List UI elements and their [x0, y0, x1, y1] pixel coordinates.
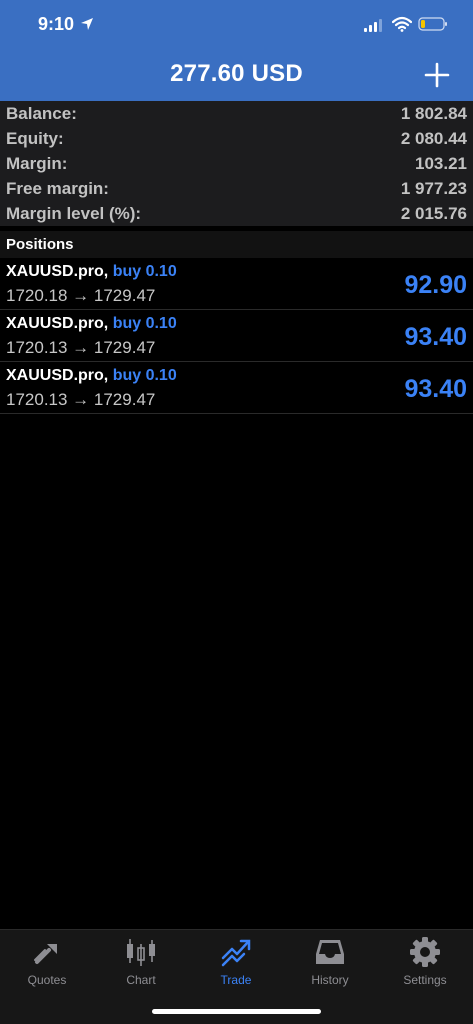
tab-label: Settings [403, 973, 447, 987]
tab-settings[interactable]: Settings [378, 936, 472, 992]
app-header: 9:10 277.60 USD [0, 0, 473, 101]
candlestick-chart-icon [127, 939, 155, 966]
position-symbol-name: XAUUSD.pro, [6, 263, 109, 280]
position-profit: 93.40 [404, 375, 467, 403]
summary-value: 2 015.76 [400, 203, 467, 223]
position-symbol: XAUUSD.pro, buy 0.10 [6, 263, 177, 281]
position-symbol: XAUUSD.pro, buy 0.10 [6, 315, 177, 333]
position-symbol: XAUUSD.pro, buy 0.10 [6, 367, 177, 385]
position-prices: 1720.18 → 1729.47 [6, 286, 156, 305]
summary-label: Balance: [6, 103, 77, 123]
tab-label: Trade [220, 973, 252, 987]
position-side: buy 0.10 [112, 315, 177, 332]
summary-label: Free margin: [6, 178, 109, 198]
summary-row-margin: Margin: 103.21 [0, 151, 473, 176]
gear-icon [410, 937, 440, 967]
trade-trend-icon [221, 939, 251, 967]
wifi-icon [392, 16, 412, 32]
position-prices: 1720.13 → 1729.47 [6, 390, 156, 409]
position-profit: 92.90 [404, 271, 467, 299]
summary-row-balance: Balance: 1 802.84 [0, 101, 473, 126]
inbox-tray-icon [316, 940, 344, 964]
position-prices: 1720.13 → 1729.47 [6, 338, 156, 357]
position-side: buy 0.10 [112, 263, 177, 280]
tab-chart[interactable]: Chart [94, 936, 188, 992]
position-row[interactable]: XAUUSD.pro, buy 0.10 1720.13 → 1729.47 9… [0, 310, 473, 362]
summary-label: Equity: [6, 128, 64, 148]
tab-quotes[interactable]: Quotes [0, 936, 94, 992]
plus-icon[interactable] [424, 62, 450, 88]
position-profit: 93.40 [404, 323, 467, 351]
summary-value: 2 080.44 [400, 128, 467, 148]
location-arrow-icon [81, 18, 93, 30]
summary-value: 1 977.23 [400, 178, 467, 198]
summary-label: Margin level (%): [6, 203, 142, 223]
summary-row-margin-level: Margin level (%): 2 015.76 [0, 201, 473, 226]
summary-value: 1 802.84 [400, 103, 467, 123]
position-symbol-name: XAUUSD.pro, [6, 367, 109, 384]
summary-row-equity: Equity: 2 080.44 [0, 126, 473, 151]
status-time: 9:10 [38, 14, 75, 34]
battery-icon [418, 17, 447, 31]
tab-label: History [311, 973, 349, 987]
tab-label: Chart [126, 973, 156, 987]
home-indicator[interactable] [152, 1009, 321, 1014]
positions-section-header: Positions [0, 231, 473, 258]
position-symbol-name: XAUUSD.pro, [6, 315, 109, 332]
positions-list: XAUUSD.pro, buy 0.10 1720.18 → 1729.47 9… [0, 258, 473, 414]
summary-row-free-margin: Free margin: 1 977.23 [0, 176, 473, 201]
cellular-signal-icon [364, 19, 382, 32]
summary-value: 103.21 [415, 153, 467, 173]
position-row[interactable]: XAUUSD.pro, buy 0.10 1720.13 → 1729.47 9… [0, 362, 473, 414]
tab-label: Quotes [27, 973, 67, 987]
quotes-arrows-icon [34, 944, 57, 964]
summary-label: Margin: [6, 153, 68, 173]
position-row[interactable]: XAUUSD.pro, buy 0.10 1720.18 → 1729.47 9… [0, 258, 473, 310]
tab-trade[interactable]: Trade [189, 936, 283, 992]
tab-history[interactable]: History [283, 936, 377, 992]
account-summary: Balance: 1 802.84 Equity: 2 080.44 Margi… [0, 101, 473, 226]
account-profit-title: 277.60 USD [170, 60, 303, 87]
position-side: buy 0.10 [112, 367, 177, 384]
